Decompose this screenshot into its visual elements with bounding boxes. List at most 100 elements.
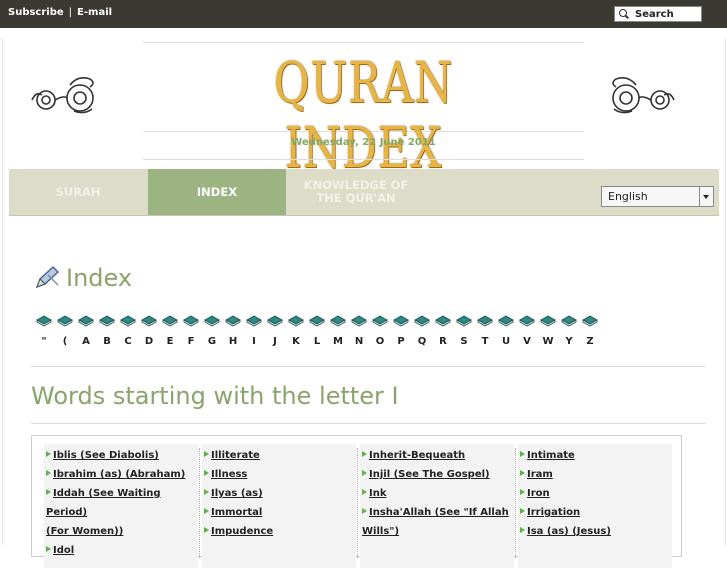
arrow-right-icon xyxy=(46,546,51,552)
book-icon[interactable] xyxy=(351,315,367,327)
book-icon[interactable] xyxy=(120,315,136,327)
word-link[interactable]: Iblis (See Diabolis) xyxy=(46,446,196,465)
index-letter-link[interactable]: M xyxy=(330,336,346,347)
book-icon[interactable] xyxy=(57,315,73,327)
arrow-right-icon xyxy=(520,508,525,514)
index-letter-link[interactable]: N xyxy=(351,336,367,347)
index-letter-link[interactable]: R xyxy=(435,336,451,347)
book-icon[interactable] xyxy=(414,315,430,327)
tab-surah[interactable]: SURAH xyxy=(9,169,147,215)
word-label: Iblis (See Diabolis) xyxy=(53,450,159,461)
word-label: Idol xyxy=(53,545,75,556)
word-link[interactable]: Iddah (See Waiting Period) xyxy=(46,484,196,522)
arrow-right-icon xyxy=(362,508,367,514)
search-box[interactable]: Search xyxy=(614,6,702,22)
book-icon[interactable] xyxy=(288,315,304,327)
index-letter-link[interactable]: V xyxy=(519,336,535,347)
index-letter-link[interactable]: Q xyxy=(414,336,430,347)
word-link[interactable]: Ink xyxy=(362,484,512,503)
index-letter-link[interactable]: Z xyxy=(582,336,598,347)
book-icon[interactable] xyxy=(435,315,451,327)
language-select[interactable]: English xyxy=(601,186,714,207)
arrow-right-icon xyxy=(362,451,367,457)
book-icon[interactable] xyxy=(561,315,577,327)
index-letter-link[interactable]: W xyxy=(540,336,556,347)
book-icon[interactable] xyxy=(456,315,472,327)
book-icon[interactable] xyxy=(267,315,283,327)
word-link[interactable]: Isa (as) (Jesus) xyxy=(520,522,670,541)
word-link[interactable]: Impudence xyxy=(204,522,354,541)
arrow-right-icon xyxy=(46,470,51,476)
word-link[interactable]: Wills") xyxy=(362,522,512,541)
dropdown-arrow-icon[interactable] xyxy=(699,187,713,206)
word-link[interactable]: Irrigation xyxy=(520,503,670,522)
word-label: Impudence xyxy=(211,526,274,537)
arrow-right-icon xyxy=(520,470,525,476)
book-icon[interactable] xyxy=(540,315,556,327)
word-link[interactable]: Injil (See The Gospel) xyxy=(362,465,512,484)
site-logo[interactable]: QURAN INDEX xyxy=(192,51,536,181)
book-icon[interactable] xyxy=(582,315,598,327)
index-letter-link[interactable]: G xyxy=(204,336,220,347)
index-letter-link[interactable]: I xyxy=(246,336,262,347)
book-icon[interactable] xyxy=(99,315,115,327)
book-icon[interactable] xyxy=(330,315,346,327)
word-link[interactable]: Ilyas (as) xyxy=(204,484,354,503)
current-date: Wednesday, 22 June 2011 xyxy=(143,131,584,160)
word-link[interactable]: Iram xyxy=(520,465,670,484)
book-icon[interactable] xyxy=(36,315,52,327)
index-letter-link[interactable]: Y xyxy=(561,336,577,347)
index-letter-link[interactable]: A xyxy=(78,336,94,347)
tab-index[interactable]: INDEX xyxy=(148,169,286,215)
book-icon[interactable] xyxy=(78,315,94,327)
book-icon[interactable] xyxy=(372,315,388,327)
word-link[interactable]: Ibrahim (as) (Abraham) xyxy=(46,465,196,484)
word-link[interactable]: Illiterate xyxy=(204,446,354,465)
tab-knowledge[interactable]: KNOWLEDGE OF THE QUR'AN xyxy=(287,169,425,215)
book-icon[interactable] xyxy=(225,315,241,327)
index-pencil-icon xyxy=(35,266,59,289)
word-label: Insha'Allah (See "If Allah xyxy=(369,507,509,518)
index-letter-link[interactable]: S xyxy=(456,336,472,347)
divider xyxy=(31,423,706,424)
index-letter-link[interactable]: C xyxy=(120,336,136,347)
index-letter-link[interactable]: U xyxy=(498,336,514,347)
book-icon[interactable] xyxy=(519,315,535,327)
index-letter-link[interactable]: F xyxy=(183,336,199,347)
index-letter-link[interactable]: L xyxy=(309,336,325,347)
word-link[interactable]: Immortal xyxy=(204,503,354,522)
divider xyxy=(31,366,706,367)
index-letter-link[interactable]: B xyxy=(99,336,115,347)
index-letter-link[interactable]: E xyxy=(162,336,178,347)
index-letter-link[interactable]: O xyxy=(372,336,388,347)
word-link[interactable]: Idol xyxy=(46,541,196,560)
index-letter-link[interactable]: K xyxy=(288,336,304,347)
book-icon[interactable] xyxy=(477,315,493,327)
index-letter-link[interactable]: ( xyxy=(57,336,73,347)
index-letter-link[interactable]: " xyxy=(36,336,52,347)
arrow-right-icon xyxy=(204,451,209,457)
index-letter-link[interactable]: T xyxy=(477,336,493,347)
arrow-right-icon xyxy=(520,527,525,533)
book-icon[interactable] xyxy=(393,315,409,327)
word-link[interactable]: Inherit-Bequeath xyxy=(362,446,512,465)
arrow-right-icon xyxy=(362,489,367,495)
book-icon[interactable] xyxy=(498,315,514,327)
book-icon[interactable] xyxy=(204,315,220,327)
word-link[interactable]: Illness xyxy=(204,465,354,484)
word-link[interactable]: Iron xyxy=(520,484,670,503)
index-letter-link[interactable]: J xyxy=(267,336,283,347)
email-link[interactable]: E-mail xyxy=(77,7,112,18)
index-letter-link[interactable]: P xyxy=(393,336,409,347)
index-letter-link[interactable]: H xyxy=(225,336,241,347)
word-link[interactable]: Intimate xyxy=(520,446,670,465)
book-icon[interactable] xyxy=(162,315,178,327)
subscribe-link[interactable]: Subscribe xyxy=(8,7,64,18)
book-icon[interactable] xyxy=(183,315,199,327)
index-letter-link[interactable]: D xyxy=(141,336,157,347)
word-link[interactable]: (For Women)) xyxy=(46,522,196,541)
book-icon[interactable] xyxy=(141,315,157,327)
book-icon[interactable] xyxy=(309,315,325,327)
book-icon[interactable] xyxy=(246,315,262,327)
word-link[interactable]: Insha'Allah (See "If Allah xyxy=(362,503,512,522)
